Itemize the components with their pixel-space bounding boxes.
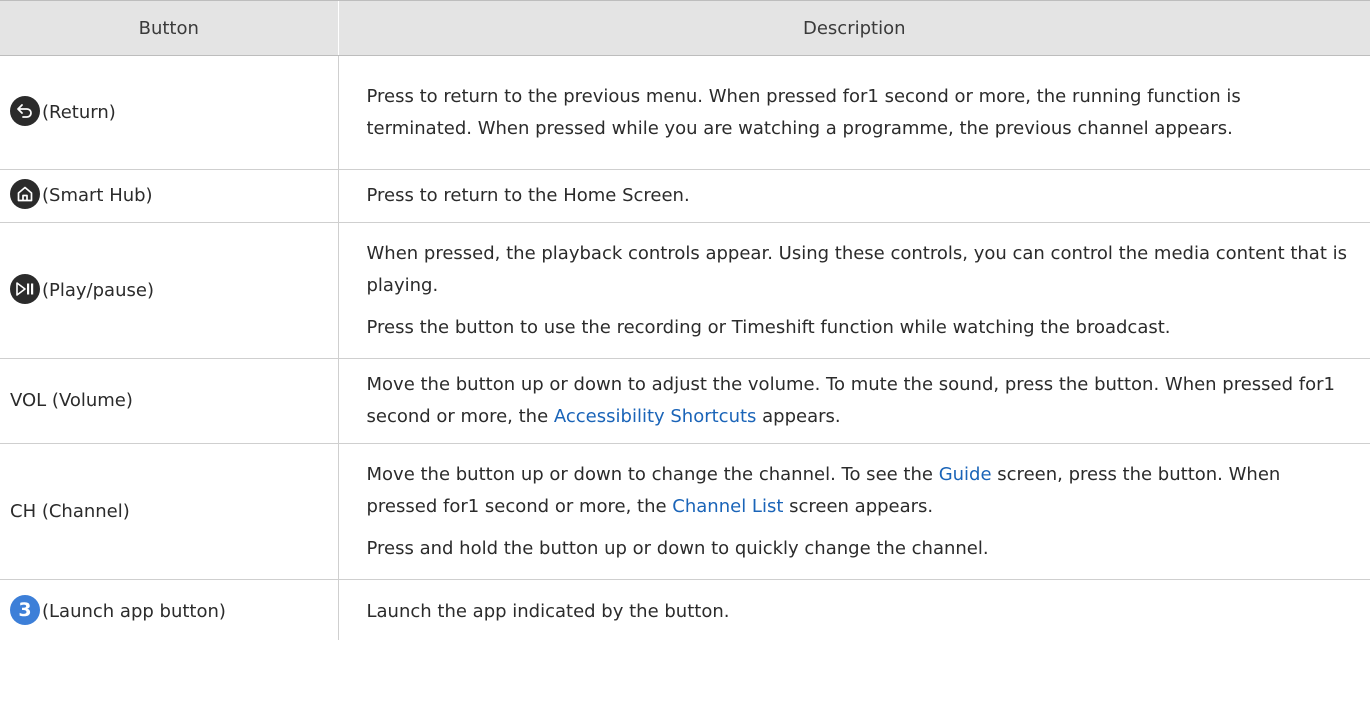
description-cell: Press to return to the previous menu. Wh… [337,55,1370,170]
table-header-row: Button Description [0,0,1370,56]
number-3-icon: 3 [10,595,40,625]
button-cell: 3 (Launch app button) [0,580,338,640]
table-row: (Play/pause) When pressed, the playback … [0,222,1370,359]
description-text: When pressed, the playback controls appe… [366,242,1348,296]
button-label: (Play/pause) [42,279,154,301]
guide-link[interactable]: Guide [939,464,992,485]
accessibility-shortcuts-link[interactable]: Accessibility Shortcuts [554,406,757,427]
description-text: Press to return to the Home Screen. [366,185,690,206]
description-text: Press the button to use the recording or… [366,316,1171,338]
play-pause-icon [10,273,40,304]
header-description: Description [337,0,1370,56]
button-description-table: Button Description (Return) Press to ret… [0,0,1370,640]
button-cell: (Smart Hub) [0,169,338,223]
button-label: (Return) [42,101,116,123]
description-cell: When pressed, the playback controls appe… [337,222,1370,359]
description-cell: Move the button up or down to change the… [337,443,1370,580]
description-cell: Move the button up or down to adjust the… [337,358,1370,444]
header-button: Button [0,0,338,56]
table-row: 3 (Launch app button) Launch the app indi… [0,579,1370,640]
button-label: CH (Channel) [10,500,130,522]
button-cell: VOL (Volume) [0,358,338,444]
button-cell: (Play/pause) [0,222,338,359]
description-text: Press and hold the button up or down to … [366,537,989,559]
table-row: (Smart Hub) Press to return to the Home … [0,169,1370,223]
home-icon [10,179,40,209]
description-text: Move the button up or down to adjust the… [366,374,1335,427]
description-text: Press to return to the previous menu. Wh… [366,85,1241,139]
button-label: VOL (Volume) [10,390,133,411]
button-label: (Smart Hub) [42,185,153,206]
description-cell: Launch the app indicated by the button. [337,579,1370,640]
table-row: VOL (Volume) Move the button up or down … [0,358,1370,444]
table-row: CH (Channel) Move the button up or down … [0,443,1370,580]
channel-list-link[interactable]: Channel List [672,496,783,517]
button-label: (Launch app button) [42,601,226,622]
description-text: Move the button up or down to change the… [366,463,1281,517]
description-cell: Press to return to the Home Screen. [337,169,1370,223]
return-icon [10,95,40,126]
button-cell: (Return) [0,55,338,170]
button-cell: CH (Channel) [0,443,338,580]
description-text: Launch the app indicated by the button. [366,601,730,622]
table-row: (Return) Press to return to the previous… [0,55,1370,170]
